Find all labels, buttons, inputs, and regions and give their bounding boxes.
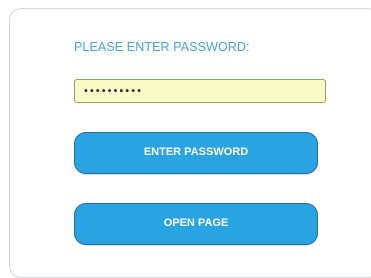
enter-password-button[interactable]: ENTER PASSWORD	[74, 132, 318, 174]
password-field[interactable]	[74, 79, 326, 103]
open-page-button[interactable]: OPEN PAGE	[74, 203, 318, 245]
password-prompt: PLEASE ENTER PASSWORD:	[74, 40, 250, 54]
